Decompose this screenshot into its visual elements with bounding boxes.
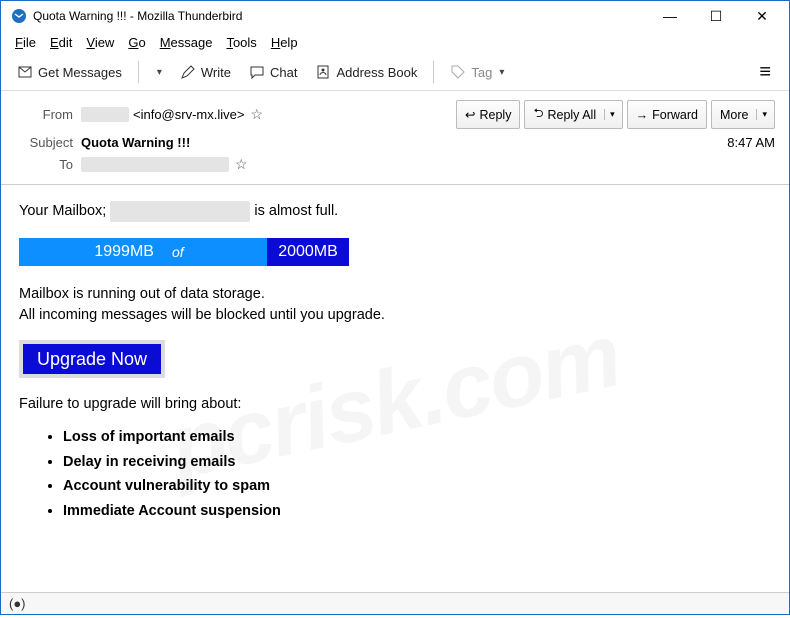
- tag-button[interactable]: Tag ▾: [444, 60, 510, 84]
- quota-total: 2000MB: [267, 238, 349, 266]
- inbox-icon: [17, 64, 33, 80]
- separator: [433, 61, 434, 83]
- reply-label: Reply: [479, 108, 511, 122]
- quota-bar: 1999MB of 2000MB: [19, 238, 349, 266]
- upgrade-now-button[interactable]: Upgrade Now: [23, 344, 161, 374]
- close-button[interactable]: ✕: [739, 1, 785, 31]
- warning-line-2: All incoming messages will be blocked un…: [19, 305, 771, 326]
- titlebar: Quota Warning !!! - Mozilla Thunderbird …: [1, 1, 789, 31]
- thunderbird-icon: [11, 8, 27, 24]
- connection-icon: (●): [9, 596, 26, 611]
- menu-go[interactable]: Go: [122, 33, 151, 52]
- forward-label: Forward: [652, 108, 698, 122]
- window-controls: — ☐ ✕: [647, 1, 785, 31]
- menu-view[interactable]: View: [80, 33, 120, 52]
- more-button[interactable]: More ▾: [711, 100, 775, 129]
- quota-used: 1999MB of: [19, 238, 267, 266]
- menu-help[interactable]: Help: [265, 33, 304, 52]
- minimize-button[interactable]: —: [647, 1, 693, 31]
- to-label: To: [15, 157, 73, 172]
- app-menu-button[interactable]: ≡: [751, 61, 779, 84]
- menubar: File Edit View Go Message Tools Help: [1, 31, 789, 54]
- forward-button[interactable]: →Forward: [627, 100, 707, 129]
- chevron-down-icon[interactable]: ▾: [756, 109, 772, 120]
- list-item: Loss of important emails: [63, 425, 771, 450]
- chat-button[interactable]: Chat: [243, 60, 303, 84]
- failure-intro: Failure to upgrade will bring about:: [19, 394, 771, 415]
- subject-label: Subject: [15, 135, 73, 150]
- message-header: From . <info@srv-mx.live> ☆ ↩ Reply ⮌ Repl…: [1, 91, 789, 185]
- reply-all-label: Reply All: [547, 108, 596, 122]
- list-item: Immediate Account suspension: [63, 499, 771, 524]
- upgrade-wrapper: Upgrade Now: [19, 340, 165, 378]
- forward-icon: →: [636, 108, 649, 122]
- body-line-1: Your Mailbox; . is almost full.: [19, 201, 771, 222]
- menu-tools[interactable]: Tools: [220, 33, 262, 52]
- address-book-icon: [315, 64, 331, 80]
- menu-edit[interactable]: Edit: [44, 33, 78, 52]
- address-book-label: Address Book: [336, 65, 417, 80]
- to-redacted: .: [81, 157, 229, 172]
- maximize-button[interactable]: ☐: [693, 1, 739, 31]
- reply-all-button[interactable]: ⮌ Reply All ▾: [524, 100, 622, 129]
- quota-of: of: [172, 242, 184, 262]
- menu-file[interactable]: File: [9, 33, 42, 52]
- more-label: More: [720, 108, 748, 122]
- get-messages-dropdown[interactable]: ▾: [149, 63, 168, 82]
- tag-label: Tag: [471, 65, 492, 80]
- get-messages-label: Get Messages: [38, 65, 122, 80]
- message-time: 8:47 AM: [727, 135, 775, 150]
- get-messages-button[interactable]: Get Messages: [11, 60, 128, 84]
- from-email[interactable]: <info@srv-mx.live>: [133, 107, 244, 122]
- address-book-button[interactable]: Address Book: [309, 60, 423, 84]
- text: Your Mailbox;: [19, 203, 110, 219]
- menu-message[interactable]: Message: [154, 33, 219, 52]
- toolbar: Get Messages ▾ Write Chat Address Book T…: [1, 54, 789, 91]
- list-item: Account vulnerability to spam: [63, 474, 771, 499]
- star-icon[interactable]: ☆: [235, 156, 248, 173]
- reply-button[interactable]: ↩ Reply: [456, 100, 520, 129]
- write-button[interactable]: Write: [174, 60, 237, 84]
- reply-icon: ↩: [465, 107, 475, 122]
- reply-all-icon: ⮌: [533, 104, 543, 125]
- mailbox-redacted: .: [110, 201, 250, 222]
- subject-value: Quota Warning !!!: [81, 135, 190, 150]
- separator: [138, 61, 139, 83]
- chat-label: Chat: [270, 65, 297, 80]
- chat-icon: [249, 64, 265, 80]
- write-label: Write: [201, 65, 231, 80]
- header-actions: ↩ Reply ⮌ Reply All ▾ →Forward More ▾: [456, 100, 775, 129]
- warning-line-1: Mailbox is running out of data storage.: [19, 284, 771, 305]
- message-body: pcrisk.com Your Mailbox; . is almost ful…: [1, 185, 789, 618]
- list-item: Delay in receiving emails: [63, 450, 771, 475]
- from-name-redacted: .: [81, 107, 129, 122]
- from-label: From: [15, 107, 73, 122]
- chevron-down-icon[interactable]: ▾: [604, 109, 620, 120]
- pencil-icon: [180, 64, 196, 80]
- star-icon[interactable]: ☆: [250, 106, 263, 123]
- quota-used-value: 1999MB: [94, 240, 154, 263]
- tag-icon: [450, 64, 466, 80]
- window-title: Quota Warning !!! - Mozilla Thunderbird: [33, 9, 242, 23]
- consequences-list: Loss of important emails Delay in receiv…: [63, 425, 771, 524]
- text: is almost full.: [254, 203, 338, 219]
- statusbar: (●): [1, 592, 789, 614]
